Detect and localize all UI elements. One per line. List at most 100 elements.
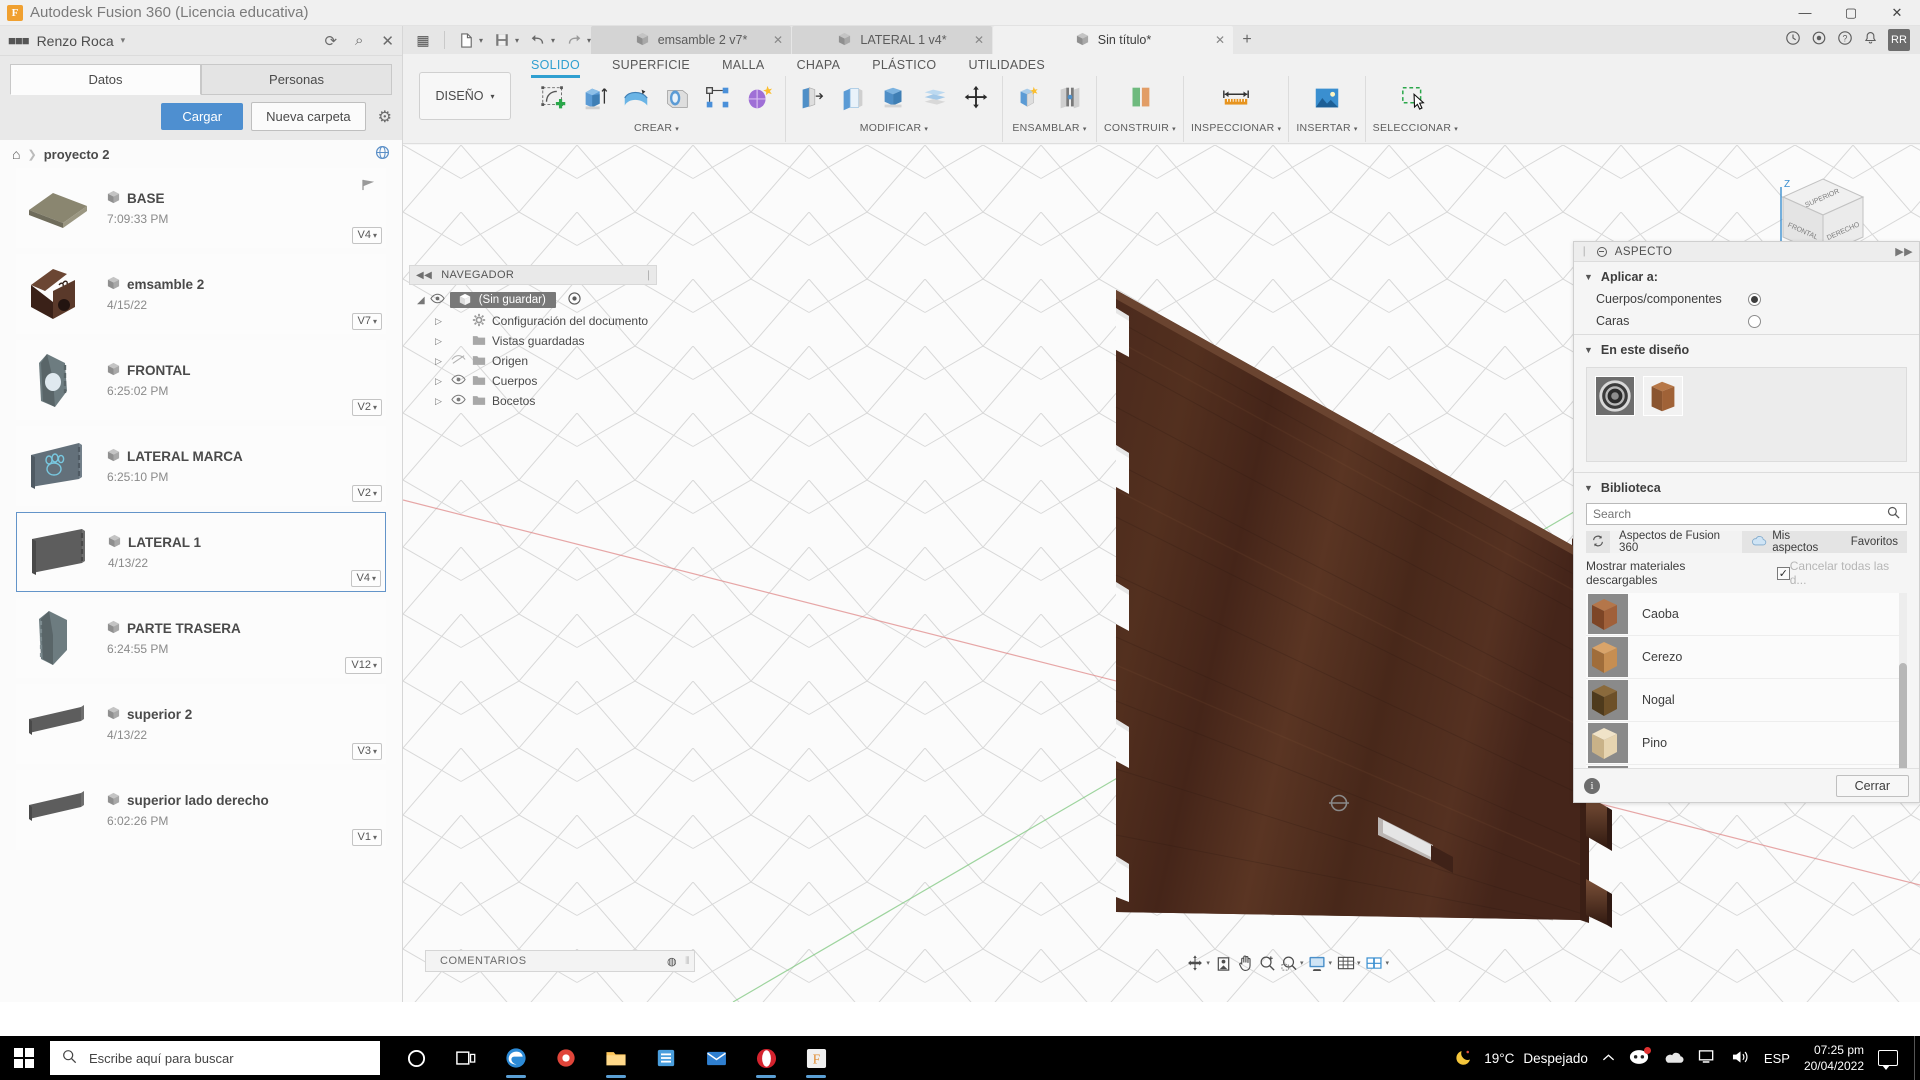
version-badge[interactable]: V7 ▾ bbox=[351, 313, 382, 330]
new-folder-button[interactable]: Nueva carpeta bbox=[251, 102, 366, 131]
chevron-down-icon[interactable]: ▾ bbox=[1328, 959, 1332, 967]
language-indicator[interactable]: ESP bbox=[1764, 1051, 1790, 1066]
list-item[interactable]: LATERAL 1 4/13/22 V4 ▾ bbox=[16, 512, 386, 592]
navigator-row-vistas-guardadas[interactable]: ▷ Vistas guardadas bbox=[409, 331, 657, 351]
app-icon-5[interactable] bbox=[544, 1036, 588, 1080]
move-copy-icon[interactable] bbox=[957, 78, 995, 118]
navigator-row-cuerpos[interactable]: ▷ Cuerpos bbox=[409, 371, 657, 391]
library-section-header[interactable]: ▼ Biblioteca bbox=[1574, 473, 1919, 499]
revolve-icon[interactable] bbox=[617, 78, 655, 118]
workspace-switcher-button[interactable]: DISEÑO ▾ bbox=[419, 72, 511, 120]
show-downloadable-checkbox[interactable]: ✓ bbox=[1776, 566, 1790, 580]
show-desktop-button[interactable] bbox=[1914, 1036, 1920, 1080]
opera-icon[interactable] bbox=[744, 1036, 788, 1080]
expand-icon[interactable]: ▶▶ bbox=[1895, 245, 1919, 258]
material-list-item[interactable]: Caoba bbox=[1586, 593, 1907, 636]
chevron-down-icon[interactable]: ▾ bbox=[1357, 959, 1361, 967]
comments-marker-icon[interactable]: ◍ bbox=[667, 955, 677, 968]
comments-grip[interactable]: ⦀ bbox=[685, 956, 690, 967]
new-document-icon[interactable] bbox=[452, 28, 480, 52]
radio-faces[interactable] bbox=[1748, 314, 1761, 328]
onedrive-icon[interactable] bbox=[1663, 1050, 1684, 1067]
version-badge[interactable]: V4 ▾ bbox=[350, 570, 381, 587]
wood-swatch[interactable] bbox=[1643, 376, 1683, 416]
close-tab-icon[interactable]: ✕ bbox=[1215, 33, 1225, 47]
insert-canvas-icon[interactable] bbox=[1308, 78, 1346, 118]
offset-plane-icon[interactable] bbox=[1121, 78, 1159, 118]
component-activate-icon[interactable] bbox=[568, 292, 581, 308]
version-badge[interactable]: V2 ▾ bbox=[351, 485, 382, 502]
list-item[interactable]: superior lado derecho 6:02:26 PM V1 ▾ bbox=[16, 770, 386, 850]
avatar[interactable]: RR bbox=[1888, 29, 1910, 51]
tab-aspectos-fusion360[interactable]: Aspectos de Fusion 360 bbox=[1610, 530, 1743, 554]
tray-expand-icon[interactable] bbox=[1602, 1051, 1615, 1066]
new-tab-button[interactable]: + bbox=[1234, 26, 1260, 54]
look-at-icon[interactable] bbox=[1214, 953, 1233, 974]
chevron-down-icon[interactable]: ▾ bbox=[1454, 126, 1458, 133]
expand-arrow-icon[interactable]: ▷ bbox=[435, 336, 445, 347]
tab-favoritos[interactable]: Favoritos bbox=[1842, 531, 1907, 553]
navigator-row-configuración-del-documento[interactable]: ▷ Configuración del documento bbox=[409, 311, 657, 331]
cortana-icon[interactable] bbox=[394, 1036, 438, 1080]
weather-widget[interactable]: 19°C Despejado bbox=[1455, 1047, 1588, 1070]
scrollbar-thumb[interactable] bbox=[1899, 663, 1907, 768]
list-item[interactable]: superior 2 4/13/22 V3 ▾ bbox=[16, 684, 386, 764]
create-form-icon[interactable] bbox=[740, 78, 778, 118]
material-list-item[interactable]: Nogal bbox=[1586, 679, 1907, 722]
apply-option-bodies[interactable]: Cuerpos/componentes bbox=[1574, 288, 1919, 310]
network-icon[interactable] bbox=[1698, 1049, 1717, 1068]
appearance-titlebar[interactable]: ❘ ASPECTO ▶▶ bbox=[1574, 242, 1919, 262]
chevron-down-icon[interactable]: ▾ bbox=[121, 35, 126, 46]
material-list-scrollbar[interactable] bbox=[1899, 593, 1907, 768]
undo-caret-icon[interactable]: ▾ bbox=[551, 36, 555, 45]
chevron-down-icon[interactable]: ▾ bbox=[675, 126, 679, 133]
close-button[interactable]: ✕ bbox=[1874, 0, 1920, 26]
in-design-section-header[interactable]: ▼ En este diseño bbox=[1574, 335, 1919, 361]
file-explorer-icon[interactable] bbox=[594, 1036, 638, 1080]
apply-option-faces[interactable]: Caras bbox=[1574, 310, 1919, 332]
save-icon[interactable] bbox=[488, 28, 516, 52]
version-badge[interactable]: V4 ▾ bbox=[351, 227, 382, 244]
document-tab[interactable]: emsamble 2 v7* ✕ bbox=[591, 26, 791, 54]
window-selection-icon[interactable] bbox=[1396, 78, 1434, 118]
chevron-down-icon[interactable]: ▾ bbox=[1083, 126, 1087, 133]
offset-face-icon[interactable] bbox=[916, 78, 954, 118]
new-component-icon[interactable] bbox=[1010, 78, 1048, 118]
list-item[interactable]: PARTE TRASERA 6:24:55 PM V12 ▾ bbox=[16, 598, 386, 678]
fusion360-icon[interactable]: F bbox=[794, 1036, 838, 1080]
navigator-root-label-wrap[interactable]: (Sin guardar) bbox=[449, 292, 556, 308]
list-item[interactable]: FRONTAL 6:25:02 PM V2 ▾ bbox=[16, 340, 386, 420]
document-tab[interactable]: Sin título* ✕ bbox=[993, 26, 1233, 54]
version-badge[interactable]: V1 ▾ bbox=[351, 829, 382, 846]
material-list-item[interactable]: Pino bbox=[1586, 722, 1907, 765]
shell-icon[interactable] bbox=[875, 78, 913, 118]
visibility-eye-icon[interactable] bbox=[451, 374, 466, 388]
close-tab-icon[interactable]: ✕ bbox=[974, 33, 984, 47]
undo-icon[interactable] bbox=[524, 28, 552, 52]
visibility-eye-icon[interactable] bbox=[451, 354, 466, 368]
navigator-row-origen[interactable]: ▷ Origen bbox=[409, 351, 657, 371]
search-input[interactable] bbox=[1593, 507, 1887, 521]
job-status-icon[interactable] bbox=[1811, 30, 1827, 50]
version-badge[interactable]: V2 ▾ bbox=[351, 399, 382, 416]
save-caret-icon[interactable]: ▾ bbox=[515, 36, 519, 45]
upload-button[interactable]: Cargar bbox=[161, 103, 244, 130]
collapse-dot-icon[interactable] bbox=[1596, 246, 1607, 257]
tab-datos[interactable]: Datos bbox=[10, 64, 201, 95]
press-pull-icon[interactable] bbox=[793, 78, 831, 118]
zoom-window-icon[interactable]: ▾ bbox=[1280, 953, 1305, 974]
extrude-icon[interactable] bbox=[576, 78, 614, 118]
measure-icon[interactable] bbox=[1217, 78, 1255, 118]
radio-bodies-components[interactable] bbox=[1748, 292, 1761, 306]
pattern-icon[interactable] bbox=[699, 78, 737, 118]
list-item[interactable]: emsamble 2 4/15/22 V7 ▾ bbox=[16, 254, 386, 334]
start-button[interactable] bbox=[0, 1036, 48, 1080]
action-center-icon[interactable] bbox=[1878, 1050, 1898, 1070]
chevron-down-icon[interactable]: ▾ bbox=[1172, 126, 1176, 133]
visibility-eye-icon[interactable] bbox=[451, 394, 466, 408]
close-tab-icon[interactable]: ✕ bbox=[773, 33, 783, 47]
close-dialog-button[interactable]: Cerrar bbox=[1835, 774, 1909, 797]
sweep-icon[interactable] bbox=[658, 78, 696, 118]
cancel-downloads-link[interactable]: Cancelar todas las d... bbox=[1790, 559, 1907, 587]
viewport-canvas[interactable]: Z X SUPERIOR FRONTAL DERECHO bbox=[403, 145, 1920, 1002]
